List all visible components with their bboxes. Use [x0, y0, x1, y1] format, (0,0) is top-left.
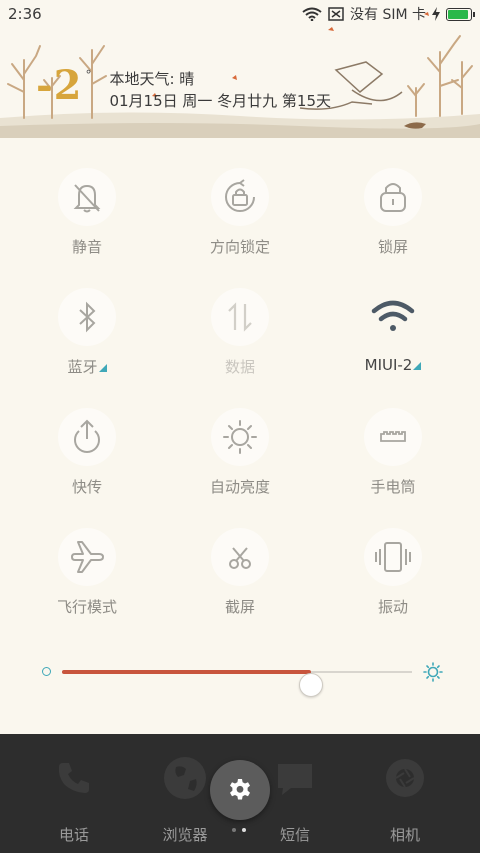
lock-screen-icon	[364, 168, 422, 226]
settings-gear-icon	[230, 779, 250, 800]
messages-icon	[271, 754, 319, 802]
temperature-unit: °	[85, 68, 92, 82]
page-dot	[232, 828, 236, 832]
tile-label: 手电筒	[370, 478, 416, 496]
tile-airplane-mode[interactable]: 飞行模式	[17, 528, 157, 638]
brightness-low-icon	[42, 667, 51, 676]
notification-header: 2:36 没有 SIM 卡 -2 ° 本地天气: 晴 01月15日 周一 冬月廿…	[0, 0, 480, 138]
tile-wifi[interactable]: MIUI-2	[323, 288, 463, 398]
tile-label: 快传	[71, 478, 102, 496]
no-sim-icon	[328, 7, 344, 21]
wifi-icon	[302, 7, 322, 21]
flashlight-icon	[364, 408, 422, 466]
auto-brightness-icon	[211, 408, 269, 466]
airplane-icon	[58, 528, 116, 586]
tile-mobile-data[interactable]: 数据	[170, 288, 310, 398]
brightness-slider[interactable]	[40, 658, 443, 697]
temperature: -2	[36, 62, 83, 109]
expand-corner-icon[interactable]	[98, 364, 107, 372]
tile-label-wrap: MIUI-2	[365, 356, 422, 374]
wifi-icon	[364, 288, 422, 346]
date-line: 01月15日 周一 冬月廿九 第15天	[109, 92, 332, 110]
tile-label: 静音	[71, 238, 102, 256]
brightness-high-icon	[423, 662, 443, 682]
tile-label: 飞行模式	[56, 598, 117, 616]
tile-label-wrap: 蓝牙	[67, 356, 107, 377]
silent-bell-icon	[58, 168, 116, 226]
status-time: 2:36	[8, 5, 42, 23]
brightness-thumb[interactable]	[298, 673, 323, 697]
expand-corner-icon[interactable]	[413, 362, 422, 370]
browser-icon	[161, 754, 209, 802]
tile-label: 蓝牙	[67, 358, 98, 376]
battery-level	[448, 9, 468, 19]
battery-icon	[446, 7, 475, 21]
tile-label: 截屏	[224, 598, 255, 616]
carrier-text: 没有 SIM 卡	[350, 7, 426, 23]
tile-lock-screen[interactable]: 锁屏	[323, 168, 463, 278]
tile-screenshot[interactable]: 截屏	[170, 528, 310, 638]
page-indicator	[232, 828, 246, 832]
charging-icon	[432, 7, 440, 21]
quick-settings-panel: 静音 方向锁定 锁屏 蓝牙 数据 MIUI-2 快传 自动亮度 手电筒 飞行模式…	[0, 138, 480, 734]
tile-label: 振动	[377, 598, 408, 616]
bluetooth-icon	[58, 288, 116, 346]
dock-label: 相机	[389, 826, 420, 844]
tile-rotation-lock[interactable]: 方向锁定	[170, 168, 310, 278]
tile-silent[interactable]: 静音	[17, 168, 157, 278]
tile-label: 方向锁定	[209, 238, 270, 256]
tile-label: 自动亮度	[209, 478, 270, 496]
rotation-lock-icon	[211, 168, 269, 226]
tile-label: 锁屏	[377, 238, 408, 256]
settings-button[interactable]	[210, 760, 270, 820]
dock-label: 电话	[58, 826, 89, 844]
tile-auto-brightness[interactable]: 自动亮度	[170, 408, 310, 518]
weather-widget[interactable]: -2 ° 本地天气: 晴 01月15日 周一 冬月廿九 第15天	[36, 66, 331, 112]
tile-vibrate[interactable]: 振动	[323, 528, 463, 638]
page-dot-active	[242, 828, 246, 832]
camera-icon	[381, 754, 429, 802]
tile-label: 数据	[224, 358, 255, 376]
tile-label: MIUI-2	[364, 356, 413, 374]
tile-bluetooth[interactable]: 蓝牙	[17, 288, 157, 398]
screenshot-icon	[211, 528, 269, 586]
tile-quick-share[interactable]: 快传	[17, 408, 157, 518]
dock-label: 短信	[279, 826, 310, 844]
brightness-fill	[62, 670, 311, 674]
dock-item-phone[interactable]: 电话	[19, 754, 129, 845]
mobile-data-icon	[211, 288, 269, 346]
status-bar: 2:36 没有 SIM 卡	[0, 0, 480, 28]
dock-label: 浏览器	[162, 826, 208, 844]
weather-summary: 本地天气: 晴	[109, 70, 195, 88]
tile-flashlight[interactable]: 手电筒	[323, 408, 463, 518]
phone-icon	[50, 754, 98, 802]
vibrate-icon	[364, 528, 422, 586]
dock-item-camera[interactable]: 相机	[350, 754, 460, 845]
brightness-track[interactable]	[62, 670, 412, 697]
quick-share-icon	[58, 408, 116, 466]
